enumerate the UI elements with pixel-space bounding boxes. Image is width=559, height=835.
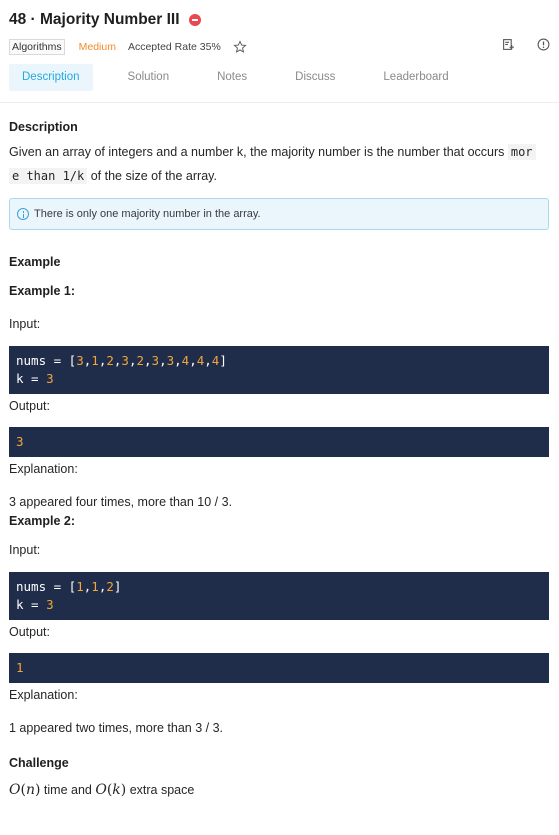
example2-output-code: 1	[9, 653, 549, 683]
example1-title: Example 1:	[9, 284, 76, 298]
problem-header: 48 · Majority Number III Algorithms Medi…	[9, 8, 550, 58]
star-icon[interactable]	[233, 40, 247, 54]
example2-input-code: nums = [1,1,2] k = 3	[9, 572, 549, 620]
info-icon	[17, 208, 29, 220]
example1-explanation-label: Explanation:	[9, 462, 78, 476]
info-note: There is only one majority number in the…	[9, 198, 549, 230]
example2-k-line: k = 3	[16, 596, 542, 614]
challenge-time-text: time and	[40, 783, 96, 797]
example2-explanation-label: Explanation:	[9, 688, 78, 702]
tab-discuss[interactable]: Discuss	[282, 64, 348, 91]
example1-output-code: 3	[9, 427, 549, 457]
math-n: n	[25, 782, 35, 798]
example1-input-code: nums = [3,1,2,3,2,3,3,4,4,4] k = 3	[9, 346, 549, 394]
note-edit-icon[interactable]	[502, 38, 515, 51]
nums-prefix: nums = [	[16, 353, 77, 368]
num-value: 3	[151, 353, 160, 368]
num-value: 1	[91, 353, 99, 368]
k-value: 3	[46, 371, 54, 386]
description-text-end: of the size of the array.	[87, 169, 217, 183]
example2-output-label: Output:	[9, 625, 50, 639]
example2-title: Example 2:	[9, 514, 76, 528]
tab-leaderboard[interactable]: Leaderboard	[370, 64, 461, 91]
k-value: 3	[46, 597, 54, 612]
note-text: There is only one majority number in the…	[34, 208, 261, 220]
example1-output-label: Output:	[9, 399, 50, 413]
challenge-text: O(n) time and O(k) extra space	[9, 782, 195, 798]
example1-k-line: k = 3	[16, 370, 542, 388]
num-value: 3	[121, 353, 129, 368]
math-k: k	[112, 782, 121, 798]
tab-description[interactable]: Description	[9, 64, 93, 91]
example2-nums-line: nums = [1,1,2]	[16, 579, 122, 594]
challenge-heading: Challenge	[9, 756, 69, 770]
num-value: 3	[166, 353, 175, 368]
problem-title: 48 · Majority Number III	[9, 11, 180, 28]
description-text: Given an array of integers and a number …	[9, 140, 549, 188]
example2-input-label: Input:	[9, 543, 41, 557]
math-o: O	[95, 782, 107, 798]
example-heading: Example	[9, 255, 61, 269]
tab-bar: Description Solution Notes Discuss Leade…	[9, 64, 550, 92]
topic-tag[interactable]: Algorithms	[9, 39, 65, 55]
tab-divider	[0, 102, 559, 103]
tab-solution[interactable]: Solution	[115, 64, 183, 91]
example2-explanation: 1 appeared two times, more than 3 / 3.	[9, 721, 224, 735]
num-value: 1	[76, 579, 84, 594]
k-prefix: k =	[16, 371, 47, 386]
info-circle-icon[interactable]	[537, 38, 550, 51]
example1-input-label: Input:	[9, 317, 41, 331]
inline-code-part2: e than 1/k	[9, 168, 88, 184]
num-value: 2	[106, 579, 114, 594]
k-prefix: k =	[16, 597, 47, 612]
output-value: 1	[16, 660, 24, 675]
num-value: 2	[106, 353, 114, 368]
difficulty-label: Medium	[78, 41, 116, 53]
nums-prefix: nums = [	[16, 579, 77, 594]
inline-code-part1: mor	[507, 144, 536, 160]
output-value: 3	[16, 434, 24, 449]
minus-circle-icon[interactable]	[188, 14, 201, 26]
tab-notes[interactable]: Notes	[204, 64, 260, 91]
num-value: 3	[76, 353, 84, 368]
problem-content: Description Given an array of integers a…	[9, 120, 549, 802]
accepted-rate: Accepted Rate 35%	[127, 41, 221, 53]
challenge-space-text: extra space	[126, 783, 195, 797]
num-value: 1	[91, 579, 99, 594]
math-o: O	[9, 782, 21, 798]
num-value: 2	[136, 353, 144, 368]
description-text-start: Given an array of integers and a number …	[9, 145, 508, 159]
example1-nums-line: nums = [3,1,2,3,2,3,3,4,4,4]	[16, 353, 227, 368]
example1-explanation: 3 appeared four times, more than 10 / 3.	[9, 495, 233, 509]
description-heading: Description	[9, 120, 78, 134]
